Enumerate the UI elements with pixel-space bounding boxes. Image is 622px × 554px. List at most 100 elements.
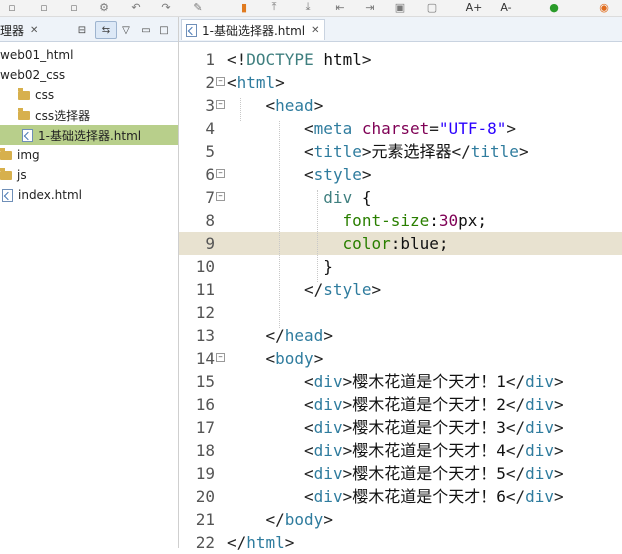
save-all-icon[interactable]: ▫ bbox=[36, 0, 52, 14]
code-text: <html> bbox=[227, 71, 285, 94]
close-icon[interactable]: ✕ bbox=[311, 25, 319, 36]
code-line[interactable]: 10} bbox=[179, 255, 622, 278]
code-line[interactable]: 6− <style> bbox=[179, 163, 622, 186]
indent-guide bbox=[278, 121, 280, 328]
line-number: 6 bbox=[205, 165, 215, 184]
redo-icon[interactable]: ↶ bbox=[128, 0, 144, 14]
code-text: </html> bbox=[227, 531, 294, 554]
code-line[interactable]: 19 <div>樱木花道是个天才！5</div> bbox=[179, 462, 622, 485]
code-token: div bbox=[525, 372, 555, 391]
code-line[interactable]: 12 bbox=[179, 301, 622, 324]
tree-item-label: index.html bbox=[18, 188, 82, 202]
code-token: div bbox=[313, 464, 343, 483]
code-token: </ bbox=[505, 372, 526, 391]
code-token: div bbox=[525, 487, 555, 506]
line-number: 13 bbox=[195, 326, 215, 345]
code-token: 樱木花道是个天才！6 bbox=[352, 487, 506, 506]
code-token: > bbox=[284, 533, 295, 552]
code-token: > bbox=[506, 119, 516, 138]
quick-assist-icon[interactable]: ↷ bbox=[158, 0, 174, 14]
code-editor: 1-基础选择器.html ✕ 1 <!DOCTYPE html> 2− <html> 3… bbox=[179, 17, 622, 552]
tree-project-item[interactable]: web02_css bbox=[0, 65, 178, 85]
line-number: 18 bbox=[195, 441, 215, 460]
code-token: > bbox=[342, 395, 353, 414]
code-token: < bbox=[304, 165, 314, 184]
code-text: <meta charset="UTF-8"> bbox=[304, 117, 516, 140]
code-token: : bbox=[390, 234, 401, 253]
line-number: 16 bbox=[195, 395, 215, 414]
code-line[interactable]: 17 <div>樱木花道是个天才！3</div> bbox=[179, 416, 622, 439]
editor-tab[interactable]: 1-基础选择器.html ✕ bbox=[181, 19, 325, 40]
tree-file-item[interactable]: index.html bbox=[0, 185, 178, 205]
link-with-editor-icon[interactable]: ⇆ bbox=[95, 21, 117, 39]
copy-icon[interactable]: ▣ bbox=[392, 0, 408, 14]
font-increase-icon[interactable]: A+ bbox=[466, 0, 483, 14]
tree-folder-item[interactable]: css bbox=[0, 85, 178, 105]
save-icon[interactable]: ▫ bbox=[4, 0, 20, 14]
code-token: div bbox=[313, 487, 343, 506]
code-token: body bbox=[275, 349, 314, 368]
tree-item-label: 1-基础选择器.html bbox=[38, 128, 142, 143]
close-icon[interactable]: ✕ bbox=[30, 25, 38, 36]
code-line[interactable]: 22 </html> bbox=[179, 531, 622, 554]
code-text: <div>樱木花道是个天才！5</div> bbox=[304, 462, 564, 485]
tree-item-label: web01_html bbox=[0, 48, 74, 62]
prev-edit-icon[interactable]: ⇤ bbox=[332, 0, 348, 14]
tree-folder-item[interactable]: img bbox=[0, 145, 178, 165]
bookmark-flag-icon[interactable]: ▮ bbox=[236, 0, 252, 14]
prev-annotation-icon[interactable]: ⤒ bbox=[266, 0, 282, 14]
code-line[interactable]: 11 </style> bbox=[179, 278, 622, 301]
collapse-all-icon[interactable]: ⊟ bbox=[76, 23, 88, 37]
code-line[interactable]: 7− div { bbox=[179, 186, 622, 209]
code-line[interactable]: 3− <head> bbox=[179, 94, 622, 117]
tree-file-item[interactable]: 1-基础选择器.html bbox=[0, 125, 178, 145]
tree-item-label: css bbox=[35, 88, 55, 102]
view-menu-icon[interactable]: ▽ bbox=[121, 23, 131, 37]
undo-icon[interactable]: ⚙ bbox=[96, 0, 112, 14]
font-decrease-icon[interactable]: A- bbox=[498, 0, 514, 14]
main-toolbar: ▫ ▫ ▫ ⚙ ↶ ↷ ✎ ▮ ⤒ ⤓ ⇤ ⇥ ▣ ▢ A+ A- ● ◉ bbox=[0, 0, 622, 17]
code-token: head bbox=[275, 96, 314, 115]
project-explorer-tab[interactable]: 理器 ✕ bbox=[0, 21, 38, 39]
code-line[interactable]: 2− <html> bbox=[179, 71, 622, 94]
line-number: 3 bbox=[205, 96, 215, 115]
fold-toggle-icon[interactable]: − bbox=[216, 77, 225, 86]
next-annotation-icon[interactable]: ⤓ bbox=[300, 0, 316, 14]
bookmark-icon[interactable]: ✎ bbox=[190, 0, 206, 14]
folder-icon bbox=[0, 167, 12, 180]
code-line[interactable]: 21 </body> bbox=[179, 508, 622, 531]
code-line[interactable]: 18 <div>樱木花道是个天才！4</div> bbox=[179, 439, 622, 462]
fold-toggle-icon[interactable]: − bbox=[216, 192, 225, 201]
code-line[interactable]: 15 <div>樱木花道是个天才！1</div> bbox=[179, 370, 622, 393]
tree-folder-item[interactable]: js bbox=[0, 165, 178, 185]
folder-icon bbox=[0, 147, 12, 160]
code-line[interactable]: 13 </head> bbox=[179, 324, 622, 347]
code-token: </ bbox=[505, 418, 526, 437]
code-token: < bbox=[227, 73, 237, 92]
line-number: 1 bbox=[205, 50, 215, 69]
code-line[interactable]: 9 color:blue; bbox=[179, 232, 622, 255]
tree-project-item[interactable]: web01_html bbox=[0, 45, 178, 65]
minimize-icon[interactable]: ▭ bbox=[140, 23, 152, 37]
next-edit-icon[interactable]: ⇥ bbox=[362, 0, 378, 14]
fold-toggle-icon[interactable]: − bbox=[216, 100, 225, 109]
code-line[interactable]: 5 <title>元素选择器</title> bbox=[179, 140, 622, 163]
code-line[interactable]: 1 <!DOCTYPE html> bbox=[179, 48, 622, 71]
maximize-icon[interactable]: □ bbox=[158, 23, 170, 37]
hide-icon[interactable]: ▢ bbox=[424, 0, 440, 14]
code-line[interactable]: 20 <div>樱木花道是个天才！6</div> bbox=[179, 485, 622, 508]
code-line[interactable]: 16 <div>樱木花道是个天才！2</div> bbox=[179, 393, 622, 416]
fold-toggle-icon[interactable]: − bbox=[216, 353, 225, 362]
browser-icon[interactable]: ◉ bbox=[596, 0, 612, 14]
run-icon[interactable]: ● bbox=[546, 0, 562, 14]
code-token: = bbox=[429, 119, 439, 138]
code-line[interactable]: 4 <meta charset="UTF-8"> bbox=[179, 117, 622, 140]
code-line[interactable]: 8 font-size:30px; bbox=[179, 209, 622, 232]
code-text: <div>樱木花道是个天才！3</div> bbox=[304, 416, 564, 439]
build-icon[interactable]: ▫ bbox=[66, 0, 82, 14]
code-line[interactable]: 14− <body> bbox=[179, 347, 622, 370]
code-token: </ bbox=[451, 142, 471, 161]
code-token: 樱木花道是个天才！1 bbox=[352, 372, 506, 391]
fold-toggle-icon[interactable]: − bbox=[216, 169, 225, 178]
tree-folder-item[interactable]: css选择器 bbox=[0, 105, 178, 125]
